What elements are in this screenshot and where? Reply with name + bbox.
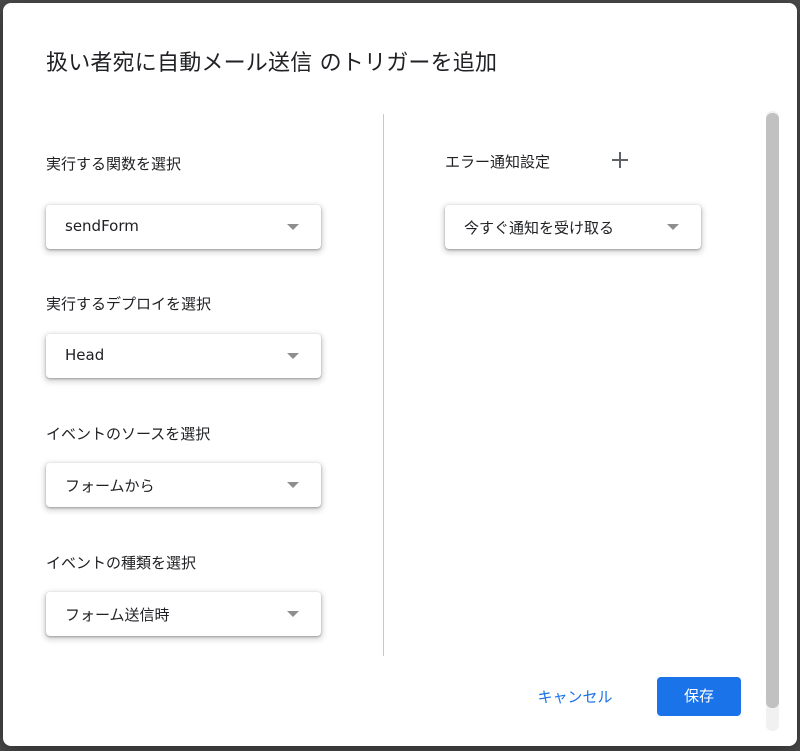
error-notification-label: エラー通知設定 xyxy=(445,153,551,171)
add-trigger-dialog: 扱い者宛に自動メール送信 のトリガーを追加 実行する関数を選択 sendForm… xyxy=(3,3,797,746)
dialog-title: 扱い者宛に自動メール送信 のトリガーを追加 xyxy=(46,51,498,76)
function-select-value: sendForm xyxy=(65,217,139,235)
event-type-label: イベントの種類を選択 xyxy=(46,554,197,572)
event-source-select[interactable]: フォームから xyxy=(46,463,321,507)
deployment-select-value: Head xyxy=(65,346,105,364)
event-source-label: イベントのソースを選択 xyxy=(46,425,211,443)
scrollbar-thumb[interactable] xyxy=(766,113,779,708)
event-type-select-value: フォーム送信時 xyxy=(65,606,170,624)
dropdown-arrow-icon xyxy=(287,224,299,230)
notification-timing-select-value: 今すぐ通知を受け取る xyxy=(464,219,615,237)
dropdown-arrow-icon xyxy=(667,224,679,230)
dropdown-arrow-icon xyxy=(287,611,299,617)
cancel-button[interactable]: キャンセル xyxy=(525,679,625,715)
function-label: 実行する関数を選択 xyxy=(46,155,182,173)
deployment-label: 実行するデプロイを選択 xyxy=(46,295,212,313)
plus-icon[interactable] xyxy=(610,150,630,170)
dropdown-arrow-icon xyxy=(287,482,299,488)
function-select[interactable]: sendForm xyxy=(46,205,321,249)
notification-timing-select[interactable]: 今すぐ通知を受け取る xyxy=(445,205,701,249)
deployment-select[interactable]: Head xyxy=(46,334,321,378)
dropdown-arrow-icon xyxy=(287,353,299,359)
event-source-select-value: フォームから xyxy=(65,477,155,495)
column-divider xyxy=(383,114,384,656)
event-type-select[interactable]: フォーム送信時 xyxy=(46,592,321,636)
save-button[interactable]: 保存 xyxy=(657,677,741,716)
